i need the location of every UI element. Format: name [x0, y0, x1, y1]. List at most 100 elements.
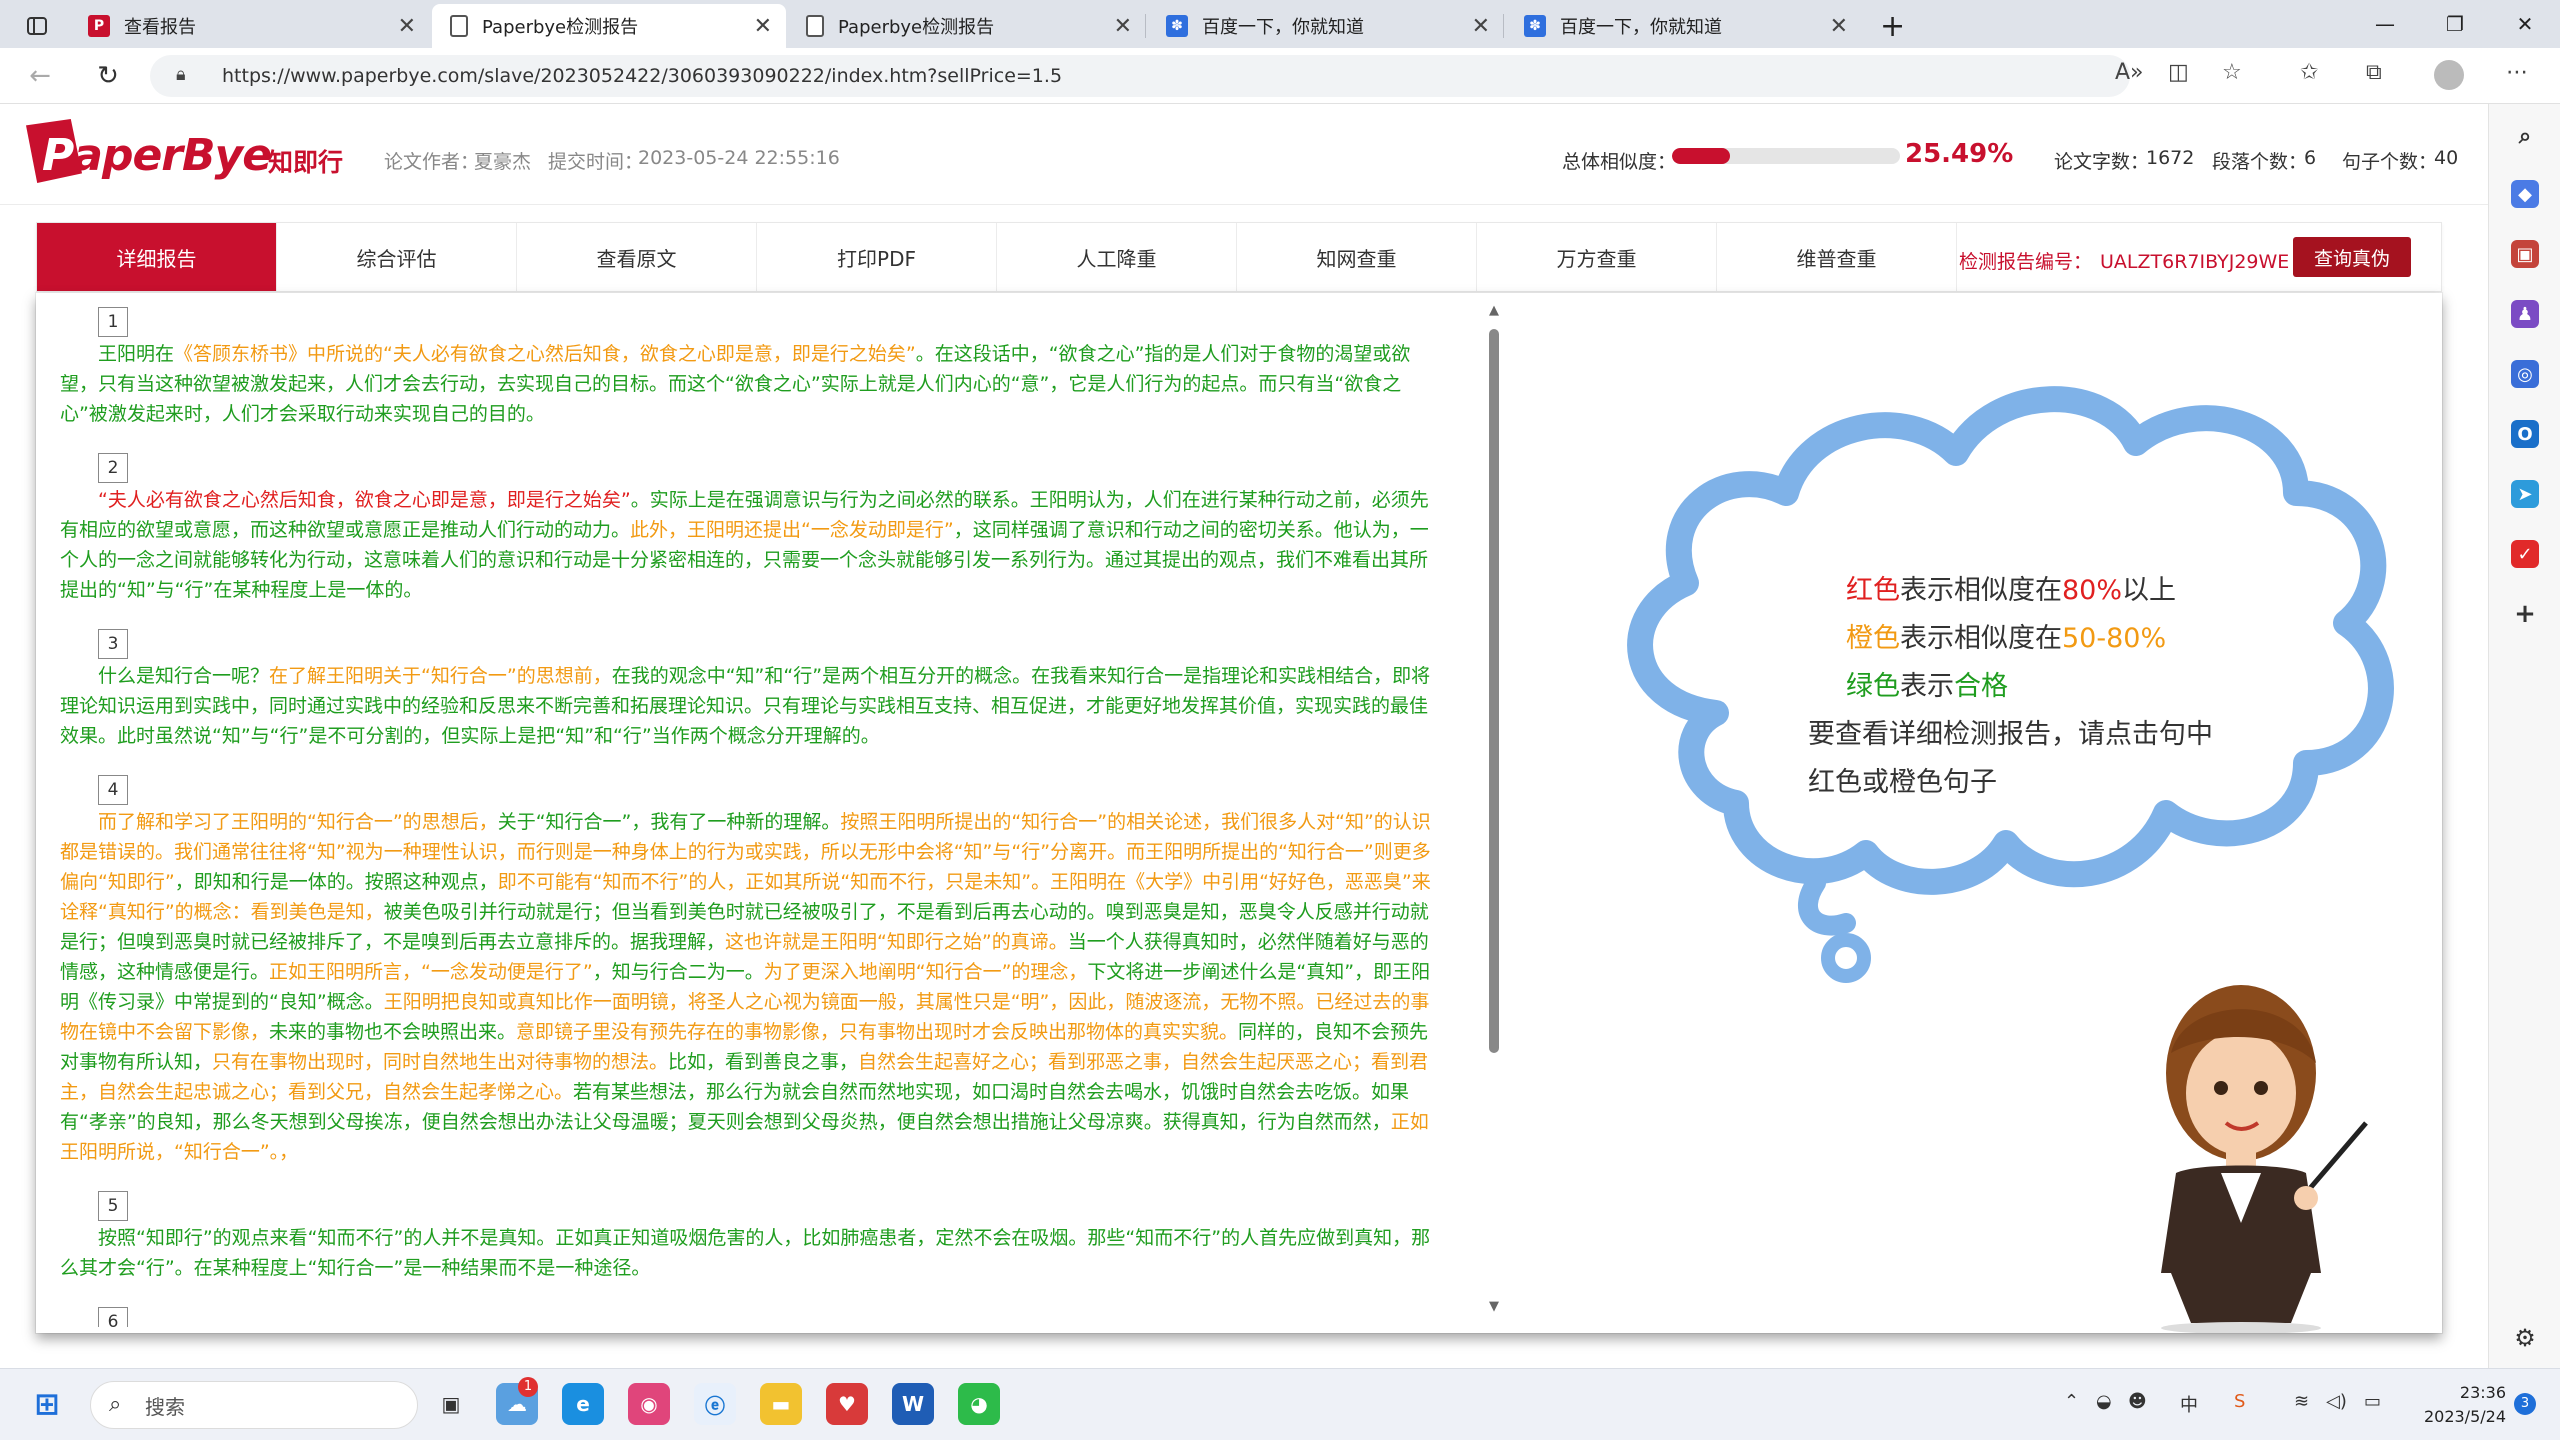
tag-icon[interactable]: ◆ — [2511, 180, 2539, 208]
wifi-icon[interactable]: ≋ — [2294, 1391, 2309, 1412]
paragraph: 5 按照“知即行”的观点来看“知而不行”的人并不是真知。正如真正知道吸烟危害的人，… — [60, 1181, 1456, 1283]
tray-qq-icon[interactable]: ☻ — [2128, 1391, 2147, 1412]
menu-manual-rewrite[interactable]: 人工降重 — [997, 223, 1237, 291]
close-icon[interactable]: ✕ — [1472, 14, 1490, 39]
paragraph-number: 1 — [98, 307, 128, 337]
sentence-medium-similarity[interactable]: 而了解和学习了王阳明的“知行合一”的思想后， — [98, 811, 498, 833]
app-icon[interactable]: ◉ — [628, 1383, 670, 1425]
menu-print-pdf[interactable]: 打印PDF — [757, 223, 997, 291]
clock-date[interactable]: 2023/5/24 — [2410, 1407, 2506, 1426]
app-icon[interactable]: ✓ — [2511, 540, 2539, 568]
menu-vip-check[interactable]: 维普查重 — [1717, 223, 1957, 291]
sentence-medium-similarity[interactable]: 在了解王阳明关于“知行合一”的思想前， — [269, 665, 612, 687]
sentence-pass: 什么是知行合一呢？ — [98, 665, 270, 687]
page-icon — [450, 15, 468, 37]
more-menu-icon[interactable]: ⋯ — [2506, 60, 2528, 85]
paragraph-number: 5 — [98, 1191, 128, 1221]
collections-icon[interactable]: ⧉ — [2366, 60, 2382, 85]
plus-icon: + — [1880, 8, 1906, 44]
sentence-medium-similarity[interactable]: 这也许就是王阳明“知即行之始”的真谛。 — [725, 931, 1068, 953]
tray-app-icon[interactable]: ◒ — [2096, 1391, 2112, 1412]
tab-title: 百度一下，你就知道 — [1202, 17, 1364, 38]
close-icon[interactable]: ✕ — [398, 14, 416, 39]
sentence-medium-similarity[interactable]: 只有在事物出现时，同时自然地生出对待事物的想法。 — [212, 1051, 668, 1073]
add-favorite-icon[interactable]: ☆ — [2222, 60, 2242, 85]
taskbar-search[interactable]: ⌕ 搜索 — [90, 1381, 418, 1429]
menu-view-original[interactable]: 查看原文 — [517, 223, 757, 291]
author-label: 论文作者： — [384, 151, 480, 173]
menu-wanfang-check[interactable]: 万方查重 — [1477, 223, 1717, 291]
scrollbar[interactable]: ▲ ▼ — [1486, 303, 1502, 1314]
new-tab-button[interactable]: + — [1868, 4, 1918, 48]
menu-cnki-check[interactable]: 知网查重 — [1237, 223, 1477, 291]
sentence-medium-similarity[interactable]: 《答顾东桥书》中所说的“夫人必有欲食之心然后知食，欲食之心即是意，即是行之始矣” — [174, 343, 916, 365]
scroll-up-arrow[interactable]: ▲ — [1486, 303, 1502, 318]
settings-gear-icon[interactable]: ⚙ — [2511, 1324, 2539, 1352]
sentence-medium-similarity[interactable]: 此外，王阳明还提出“一念发动即是行” — [630, 519, 954, 541]
para-count: 6 — [2304, 147, 2317, 169]
baidu-paw-icon: ✽ — [1524, 15, 1546, 37]
maximize-button[interactable]: ❐ — [2420, 0, 2490, 48]
sentence-medium-similarity[interactable]: 为了更深入地阐明“知行合一”的理念， — [764, 961, 1088, 983]
submit-time-label: 提交时间： — [548, 151, 644, 173]
paragraph-list[interactable]: 1 王阳明在《答顾东桥书》中所说的“夫人必有欲食之心然后知食，欲食之心即是意，即是… — [60, 297, 1456, 1327]
menu-overall-evaluation[interactable]: 综合评估 — [277, 223, 517, 291]
scroll-down-arrow[interactable]: ▼ — [1486, 1299, 1502, 1314]
add-icon[interactable]: + — [2511, 599, 2539, 629]
notification-count[interactable]: 3 — [2514, 1393, 2536, 1415]
task-view-icon[interactable]: ▣ — [430, 1383, 472, 1425]
refresh-icon[interactable]: ↻ — [90, 58, 126, 94]
page-icon — [806, 15, 824, 37]
close-icon[interactable]: ✕ — [754, 14, 772, 39]
sentence-medium-similarity[interactable]: 意即镜子里没有预先存在的事物影像，只有事物出现时才会反映出那物体的真实实貌。 — [516, 1021, 1238, 1043]
edge-icon[interactable]: e — [562, 1383, 604, 1425]
tab-3[interactable]: ✽ 百度一下，你就知道 ✕ — [1148, 4, 1504, 48]
url-field[interactable]: 🔒︎ https://www.paperbye.com/slave/202305… — [150, 55, 2130, 97]
office-icon[interactable]: ◎ — [2511, 360, 2539, 388]
wechat-icon[interactable]: ◕ — [958, 1383, 1000, 1425]
split-screen-icon[interactable]: ◫ — [2168, 60, 2189, 85]
profile-avatar[interactable] — [2434, 60, 2464, 90]
search-icon[interactable]: ⌕ — [2511, 122, 2539, 150]
windows-start-icon[interactable]: ⊞ — [26, 1383, 68, 1425]
send-icon[interactable]: ➤ — [2511, 480, 2539, 508]
legend-orange-text: 表示相似度在 — [1900, 623, 2062, 654]
legend-green-word: 绿色 — [1846, 671, 1900, 702]
sentence-medium-similarity[interactable]: 正如王阳明所言，“一念发动便是行了” — [269, 961, 593, 983]
paragraph-text: 什么是知行合一呢？在了解王阳明关于“知行合一”的思想前，在我的观念中“知”和“行… — [60, 661, 1456, 751]
tray-s-icon[interactable]: S — [2234, 1391, 2245, 1412]
tray-chevron-icon[interactable]: ⌃ — [2064, 1391, 2079, 1412]
edge-browser-icon[interactable]: ⓔ — [694, 1383, 736, 1425]
tab-2[interactable]: Paperbye检测报告 ✕ — [788, 4, 1146, 48]
ime-indicator[interactable]: 中 — [2180, 1391, 2198, 1417]
paragraph: 3 什么是知行合一呢？在了解王阳明关于“知行合一”的思想前，在我的观念中“知”和“… — [60, 619, 1456, 751]
shopping-icon[interactable]: ▣ — [2511, 240, 2539, 268]
close-icon[interactable]: ✕ — [1830, 14, 1848, 39]
paragraph: 6 — [60, 1297, 1456, 1327]
scroll-thumb[interactable] — [1489, 329, 1499, 1053]
games-icon[interactable]: ♟ — [2511, 300, 2539, 328]
menu-detail-report[interactable]: 详细报告 — [37, 223, 277, 291]
back-arrow-icon[interactable]: ← — [22, 58, 58, 94]
battery-icon[interactable]: ▭ — [2364, 1391, 2381, 1412]
close-icon[interactable]: ✕ — [1114, 14, 1132, 39]
tab-1[interactable]: Paperbye检测报告 ✕ — [432, 4, 786, 48]
tab-actions-button[interactable] — [0, 4, 70, 48]
sentence-high-similarity[interactable]: “夫人必有欲食之心然后知食，欲食之心即是意，即是行之始矣” — [98, 489, 631, 511]
close-window-button[interactable]: ✕ — [2490, 0, 2560, 48]
clock-time[interactable]: 23:36 — [2428, 1383, 2506, 1402]
tab-4[interactable]: ✽ 百度一下，你就知道 ✕ — [1506, 4, 1862, 48]
author-name: 夏豪杰 — [474, 151, 532, 173]
file-explorer-icon[interactable]: ▬ — [760, 1383, 802, 1425]
word-icon[interactable]: W — [892, 1383, 934, 1425]
read-aloud-icon[interactable]: A» — [2115, 60, 2144, 85]
tab-title: Paperbye检测报告 — [482, 17, 639, 38]
minimize-button[interactable]: — — [2350, 0, 2420, 48]
favorites-icon[interactable]: ✩ — [2300, 60, 2318, 85]
outlook-icon[interactable]: O — [2511, 420, 2539, 448]
baidu-paw-icon: ✽ — [1166, 15, 1188, 37]
tab-0[interactable]: P 查看报告 ✕ — [70, 4, 430, 48]
verify-button[interactable]: 查询真伪 — [2293, 237, 2411, 277]
volume-icon[interactable]: ◁) — [2326, 1391, 2347, 1412]
red-app-icon[interactable]: ♥ — [826, 1383, 868, 1425]
